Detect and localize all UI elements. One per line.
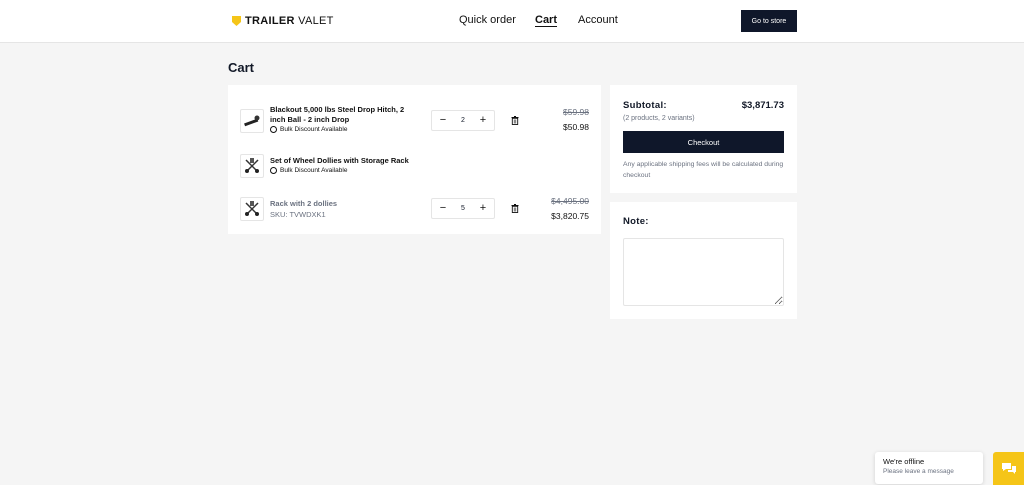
logo[interactable]: TRAILER VALET	[232, 13, 334, 29]
decrease-button[interactable]: −	[438, 115, 448, 126]
original-price: $59.98	[563, 107, 589, 117]
discounted-price: $3,820.75	[551, 211, 589, 221]
nav-cart[interactable]: Cart	[535, 14, 557, 26]
order-summary-card: Subtotal: $3,871.73 (2 products, 2 varia…	[610, 85, 797, 193]
item-name[interactable]: Set of Wheel Dollies with Storage Rack	[270, 156, 450, 166]
cart-item: Set of Wheel Dollies with Storage Rack B…	[240, 154, 590, 178]
info-circle-icon	[270, 167, 277, 174]
bulk-discount[interactable]: Bulk Discount Available	[270, 126, 347, 133]
product-thumbnail[interactable]	[240, 154, 264, 178]
hitch-image-icon	[244, 115, 260, 127]
discounted-price: $50.98	[563, 122, 589, 132]
quantity-stepper[interactable]: − 5 +	[431, 198, 495, 219]
cart-item: Rack with 2 dollies SKU: TVWDXK1 − 5 + $…	[240, 196, 590, 223]
note-label: Note:	[623, 216, 649, 227]
dollies-image-icon	[245, 158, 259, 173]
chat-title: We're offline	[883, 457, 925, 466]
bulk-discount-label: Bulk Discount Available	[280, 167, 348, 174]
cart-item: Blackout 5,000 lbs Steel Drop Hitch, 2 i…	[240, 105, 590, 137]
site-header: TRAILER VALET Quick order Cart Account G…	[0, 0, 1024, 43]
quantity-value[interactable]: 5	[461, 205, 465, 212]
bulk-discount-label: Bulk Discount Available	[280, 126, 348, 133]
subtotal-value: $3,871.73	[741, 100, 784, 111]
bulk-discount[interactable]: Bulk Discount Available	[270, 167, 347, 174]
logo-text: TRAILER VALET	[245, 15, 334, 27]
quantity-value[interactable]: 2	[461, 117, 465, 124]
shipping-note: Any applicable shipping fees will be cal…	[623, 161, 784, 179]
decrease-button[interactable]: −	[438, 203, 448, 214]
trash-icon[interactable]	[511, 204, 519, 213]
product-thumbnail[interactable]	[240, 109, 264, 133]
increase-button[interactable]: +	[478, 115, 488, 126]
nav-quick-order[interactable]: Quick order	[459, 14, 516, 26]
product-thumbnail[interactable]	[240, 197, 264, 221]
note-card: Note:	[610, 202, 797, 319]
product-count: (2 products, 2 variants)	[623, 115, 695, 122]
page-title: Cart	[228, 60, 255, 75]
item-name[interactable]: Blackout 5,000 lbs Steel Drop Hitch, 2 i…	[270, 105, 420, 125]
original-price: $4,495.00	[551, 196, 589, 206]
item-name[interactable]: Rack with 2 dollies	[270, 199, 420, 209]
note-textarea[interactable]	[623, 238, 784, 306]
cart-items-card: Blackout 5,000 lbs Steel Drop Hitch, 2 i…	[228, 85, 601, 234]
logo-shield-icon	[232, 16, 241, 26]
quantity-stepper[interactable]: − 2 +	[431, 110, 495, 131]
checkout-button[interactable]: Checkout	[623, 131, 784, 153]
chat-button[interactable]	[993, 452, 1024, 485]
trash-icon[interactable]	[511, 116, 519, 125]
increase-button[interactable]: +	[478, 203, 488, 214]
chat-icon	[1001, 462, 1016, 474]
info-circle-icon	[270, 126, 277, 133]
nav-account[interactable]: Account	[578, 14, 618, 26]
chat-subtitle: Please leave a message	[883, 468, 954, 475]
go-to-store-button[interactable]: Go to store	[741, 10, 797, 32]
subtotal-label: Subtotal:	[623, 100, 667, 111]
chat-status-bubble[interactable]: We're offline Please leave a message	[875, 452, 983, 484]
rack-image-icon	[245, 201, 259, 216]
item-sku: SKU: TVWDXK1	[270, 210, 326, 219]
